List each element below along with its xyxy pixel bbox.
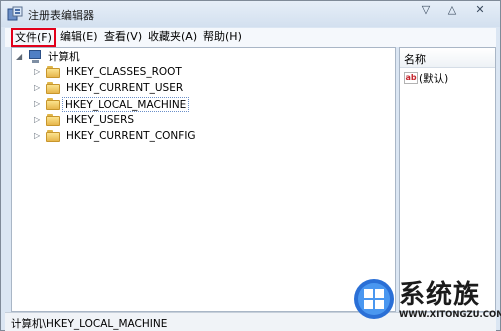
- minimize-button[interactable]: ▽: [415, 3, 437, 19]
- tree-node-hku[interactable]: ▷ HKEY_USERS: [34, 113, 234, 129]
- collapsed-arrow-icon[interactable]: ▷: [34, 115, 42, 125]
- collapsed-arrow-icon[interactable]: ▷: [34, 83, 42, 93]
- tree-node-label: HKEY_CURRENT_USER: [66, 82, 184, 94]
- watermark-title: 系统族: [399, 280, 481, 310]
- tree-node-hkcu[interactable]: ▷ HKEY_CURRENT_USER: [34, 81, 234, 97]
- registry-editor-window: 注册表编辑器 ▽ △ ✕ 文件(F) 编辑(E) 查看(V) 收藏夹(A) 帮助…: [0, 0, 501, 331]
- expand-arrow-icon[interactable]: ◢: [16, 52, 24, 62]
- menu-view[interactable]: 查看(V): [102, 30, 144, 46]
- registry-tree-pane[interactable]: ◢ 计算机 ▷ HKEY_CLASSES_ROOT ▷ HKEY_CURRENT…: [11, 47, 396, 312]
- folder-icon: [46, 66, 61, 78]
- menu-edit[interactable]: 编辑(E): [58, 30, 100, 46]
- tree-node-label: HKEY_CURRENT_CONFIG: [66, 130, 196, 142]
- menu-bar: 文件(F) 编辑(E) 查看(V) 收藏夹(A) 帮助(H): [5, 28, 496, 47]
- tree-node-label: 计算机: [48, 51, 80, 63]
- menu-file[interactable]: 文件(F): [11, 28, 56, 47]
- status-path: 计算机\HKEY_LOCAL_MACHINE: [11, 318, 168, 330]
- collapsed-arrow-icon[interactable]: ▷: [34, 131, 42, 141]
- title-bar[interactable]: 注册表编辑器 ▽ △ ✕: [1, 1, 500, 27]
- menu-help[interactable]: 帮助(H): [201, 30, 244, 46]
- window-title: 注册表编辑器: [28, 9, 94, 22]
- site-watermark: 系统族 WWW.XITONGZU.COM: [349, 272, 501, 330]
- column-header-name[interactable]: 名称: [400, 48, 495, 68]
- column-header-label: 名称: [404, 53, 426, 66]
- tree-node-label: HKEY_CLASSES_ROOT: [66, 66, 182, 78]
- watermark-logo-icon: [354, 279, 394, 319]
- close-button[interactable]: ✕: [466, 3, 494, 19]
- collapsed-arrow-icon[interactable]: ▷: [34, 99, 42, 109]
- menu-favorites[interactable]: 收藏夹(A): [146, 30, 199, 46]
- folder-icon: [46, 82, 61, 94]
- folder-icon: [46, 130, 61, 142]
- computer-icon: [28, 50, 43, 63]
- default-value-entry[interactable]: (默认): [419, 71, 448, 86]
- watermark-url: WWW.XITONGZU.COM: [399, 310, 501, 320]
- tree-node-hkcc[interactable]: ▷ HKEY_CURRENT_CONFIG: [34, 129, 234, 145]
- folder-icon: [46, 98, 61, 110]
- string-value-icon: ab: [404, 72, 418, 84]
- tree-node-label: HKEY_USERS: [66, 114, 135, 126]
- tree-node-computer[interactable]: ◢ 计算机: [16, 50, 136, 66]
- maximize-button[interactable]: △: [441, 3, 463, 19]
- registry-app-icon: [7, 6, 23, 21]
- folder-icon: [46, 114, 61, 126]
- collapsed-arrow-icon[interactable]: ▷: [34, 67, 42, 77]
- tree-node-label-selected: HKEY_LOCAL_MACHINE: [62, 97, 190, 112]
- tree-node-hkcr[interactable]: ▷ HKEY_CLASSES_ROOT: [34, 65, 234, 81]
- tree-node-hklm[interactable]: ▷ HKEY_LOCAL_MACHINE: [34, 97, 234, 113]
